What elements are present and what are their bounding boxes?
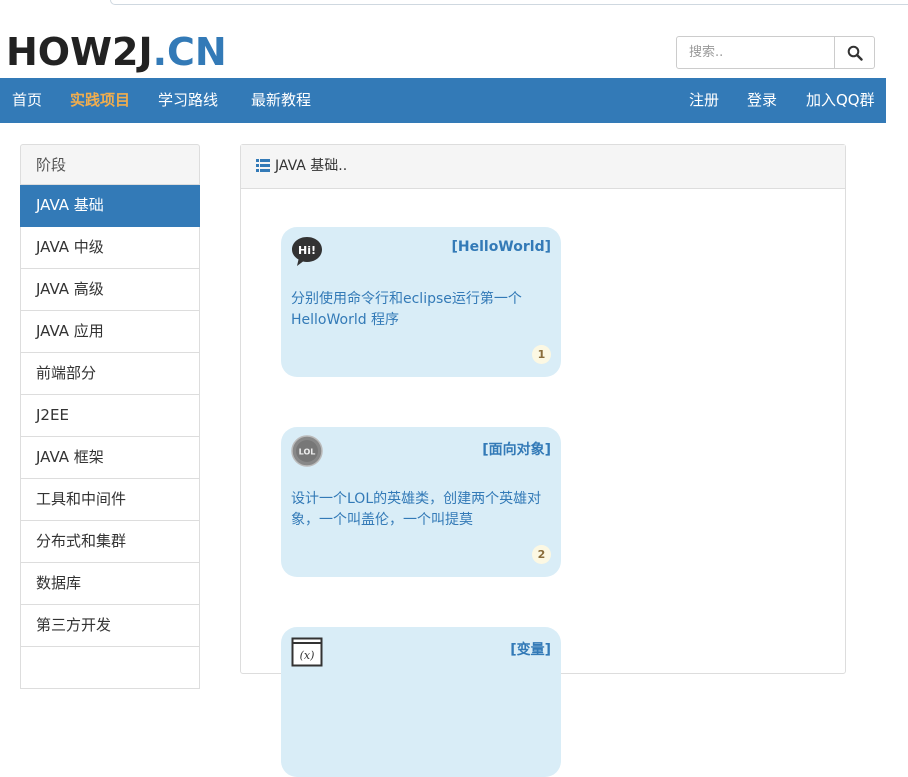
sidebar-item-j2ee[interactable]: J2EE (20, 395, 200, 437)
nav-latest-tutorials[interactable]: 最新教程 (251, 78, 311, 123)
site-logo[interactable]: HOW2J.CN (6, 30, 227, 74)
sidebar-item-frontend[interactable]: 前端部分 (20, 353, 200, 395)
list-icon (256, 159, 270, 172)
sidebar-item-java-intermediate[interactable]: JAVA 中级 (20, 227, 200, 269)
browser-top-edge (110, 0, 908, 5)
search-bar (676, 36, 875, 69)
project-card-variable[interactable]: (x) [变量] (281, 627, 561, 777)
variable-x-icon: (x) (291, 637, 323, 667)
sidebar-title: 阶段 (20, 144, 200, 185)
search-input[interactable] (676, 36, 835, 69)
nav-practice-projects[interactable]: 实践项目 (70, 78, 130, 123)
logo-text-main: HOW2J (6, 30, 153, 74)
sidebar-item-tools-middleware[interactable]: 工具和中间件 (20, 479, 200, 521)
project-card-oop[interactable]: LOL [面向对象] 设计一个LOL的英雄类，创建两个英雄对象，一个叫盖伦，一个… (281, 427, 561, 577)
lol-hero-icon: LOL (291, 435, 323, 467)
nav-login[interactable]: 登录 (747, 78, 777, 123)
card-number-badge: 1 (532, 345, 551, 364)
top-navbar: 首页 实践项目 学习路线 最新教程 注册 登录 加入QQ群 (0, 78, 886, 123)
card-number-badge: 2 (532, 545, 551, 564)
panel-header: JAVA 基础.. (241, 145, 845, 189)
nav-join-qq-group[interactable]: 加入QQ群 (806, 78, 875, 123)
stage-sidebar: 阶段 JAVA 基础 JAVA 中级 JAVA 高级 JAVA 应用 前端部分 … (20, 144, 200, 689)
card-title[interactable]: [面向对象] (482, 439, 551, 459)
sidebar-item-java-application[interactable]: JAVA 应用 (20, 311, 200, 353)
logo-text-domain: .CN (152, 30, 227, 74)
panel-title: JAVA 基础.. (275, 158, 348, 174)
sidebar-item-java-basic[interactable]: JAVA 基础 (20, 185, 200, 227)
card-title[interactable]: [变量] (510, 639, 551, 659)
project-card-helloworld[interactable]: Hi! [HelloWorld] 分别使用命令行和eclipse运行第一个Hel… (281, 227, 561, 377)
icon-text: (x) (300, 649, 315, 662)
card-title[interactable]: [HelloWorld] (451, 239, 551, 255)
content-panel: JAVA 基础.. Hi! [HelloWorld] 分别使用命令行和eclip… (240, 144, 846, 777)
nav-home[interactable]: 首页 (12, 78, 42, 123)
icon-text: Hi! (298, 244, 316, 257)
sidebar-item-distributed-cluster[interactable]: 分布式和集群 (20, 521, 200, 563)
card-description: 分别使用命令行和eclipse运行第一个HelloWorld 程序 (291, 291, 522, 328)
card-description: 设计一个LOL的英雄类，创建两个英雄对象，一个叫盖伦，一个叫提莫 (291, 491, 542, 528)
sidebar-item-database[interactable]: 数据库 (20, 563, 200, 605)
sidebar-item-java-framework[interactable]: JAVA 框架 (20, 437, 200, 479)
speech-bubble-hi-icon: Hi! (292, 237, 322, 266)
search-icon (847, 45, 863, 61)
sidebar-item-third-party[interactable]: 第三方开发 (20, 605, 200, 647)
sidebar-item-java-advanced[interactable]: JAVA 高级 (20, 269, 200, 311)
nav-register[interactable]: 注册 (689, 78, 719, 123)
sidebar-item-next[interactable] (20, 647, 200, 689)
icon-text: LOL (299, 448, 316, 457)
nav-learning-path[interactable]: 学习路线 (158, 78, 218, 123)
search-button[interactable] (835, 36, 875, 69)
